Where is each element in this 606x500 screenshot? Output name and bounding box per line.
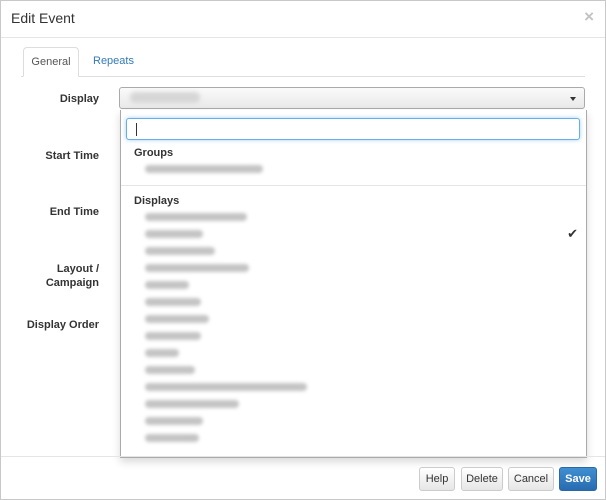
display-option[interactable] — [121, 396, 586, 413]
end-time-label: End Time — [49, 206, 99, 218]
tab-bar: General Repeats — [21, 47, 585, 77]
display-option[interactable] — [121, 260, 586, 277]
checkmark-icon: ✔ — [567, 226, 578, 241]
help-button[interactable]: Help — [419, 467, 455, 491]
start-time-label: Start Time — [45, 150, 99, 162]
display-label: Display — [59, 93, 99, 105]
groups-heading: Groups — [134, 147, 174, 159]
display-option[interactable] — [121, 328, 586, 345]
cancel-button[interactable]: Cancel — [508, 467, 554, 491]
displays-heading: Displays — [134, 195, 180, 207]
display-option[interactable] — [121, 311, 586, 328]
display-option-selected[interactable]: ✔ — [121, 226, 586, 243]
close-icon[interactable]: × — [584, 8, 594, 25]
text-cursor — [136, 123, 137, 136]
caret-down-icon — [570, 97, 576, 101]
display-dropdown: Groups Displays ✔ — [120, 110, 587, 458]
layout-label-line1: Layout / — [56, 263, 99, 275]
delete-button[interactable]: Delete — [461, 467, 503, 491]
display-option[interactable] — [121, 243, 586, 260]
tab-repeats[interactable]: Repeats — [81, 47, 146, 75]
display-option[interactable] — [121, 430, 586, 447]
edit-event-modal: Edit Event × General Repeats Display Sta… — [0, 0, 606, 500]
layout-label-line2: Campaign — [45, 277, 99, 289]
display-order-label: Display Order — [26, 319, 99, 331]
display-option[interactable] — [121, 362, 586, 379]
footer-divider — [1, 456, 605, 457]
dropdown-search-input[interactable] — [126, 118, 580, 140]
modal-title: Edit Event — [11, 10, 75, 26]
group-option[interactable] — [121, 161, 586, 178]
display-option[interactable] — [121, 379, 586, 396]
modal-header: Edit Event × — [1, 1, 605, 38]
display-option[interactable] — [121, 277, 586, 294]
display-option[interactable] — [121, 209, 586, 226]
tab-general[interactable]: General — [23, 47, 79, 77]
dropdown-divider — [121, 185, 586, 186]
save-button[interactable]: Save — [559, 467, 597, 491]
display-select[interactable] — [119, 87, 585, 109]
display-option[interactable] — [121, 413, 586, 430]
display-option[interactable] — [121, 345, 586, 362]
display-option[interactable] — [121, 294, 586, 311]
display-selected-value — [130, 92, 200, 103]
